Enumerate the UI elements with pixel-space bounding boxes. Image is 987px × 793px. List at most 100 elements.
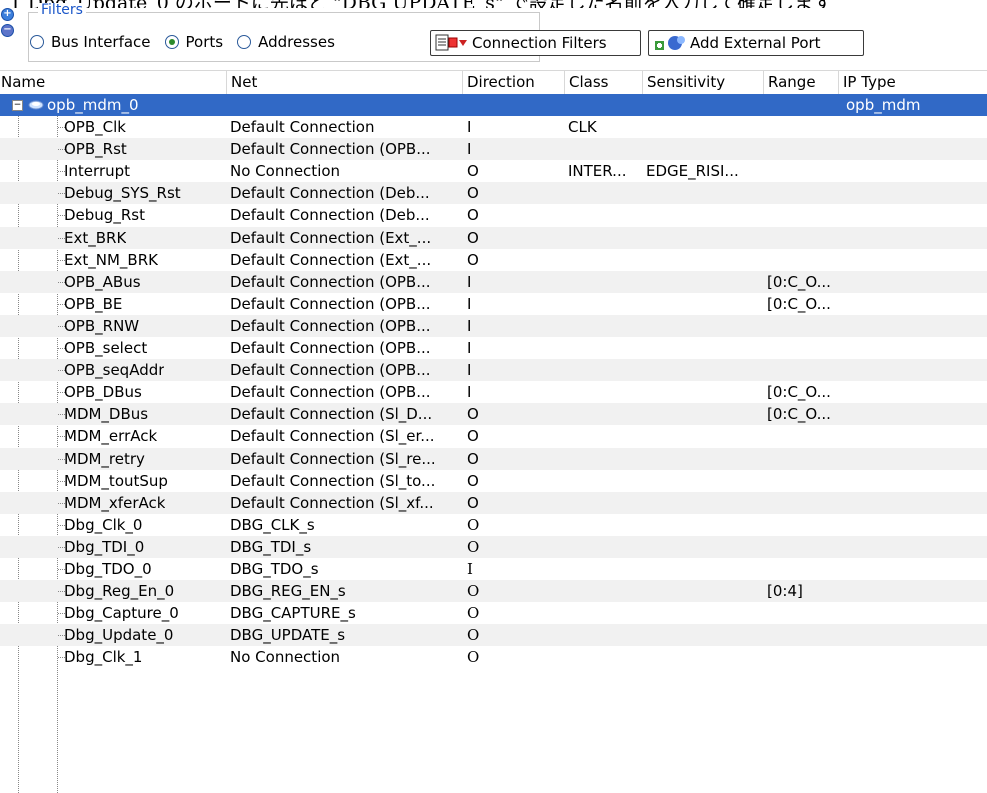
table-row[interactable]: OPB_DBus Default Connection (OPB... I [0:C_… (0, 381, 987, 403)
port-direction: O (467, 604, 480, 623)
table-row[interactable]: Ext_BRK Default Connection (Ext_... O (0, 226, 987, 249)
radio-addresses[interactable]: Addresses (237, 33, 335, 51)
connection-filters-button[interactable]: Connection Filters (430, 30, 641, 56)
port-direction: O (467, 206, 479, 225)
port-net[interactable]: DBG_UPDATE_s (230, 624, 345, 646)
table-row[interactable]: Dbg_TDI_0 DBG_TDI_s O (0, 535, 987, 558)
port-net[interactable]: Default Connection (OPB... (230, 138, 431, 160)
ports-table: − opb_mdm_0 opb_mdm OPB_Clk Default Conne… (0, 94, 987, 668)
collapse-all-icon[interactable]: − (1, 24, 14, 37)
port-direction: I (467, 383, 472, 402)
port-net[interactable]: Default Connection (OPB... (230, 315, 431, 337)
radio-label: Ports (185, 33, 224, 51)
port-net[interactable]: Default Connection (230, 116, 374, 138)
port-direction: O (467, 493, 479, 512)
port-net[interactable]: Default Connection (OPB... (230, 293, 431, 315)
table-row[interactable]: Dbg_Reg_En_0 DBG_REG_EN_s O [0:4] (0, 580, 987, 603)
port-net[interactable]: Default Connection (OPB... (230, 359, 431, 381)
table-row[interactable]: OPB_ABus Default Connection (OPB... I [0:C_… (0, 270, 987, 293)
column-header-direction[interactable]: Direction (462, 71, 564, 94)
root-ip-type: opb_mdm (846, 96, 921, 114)
radio-label: Bus Interface (51, 33, 151, 51)
port-direction: I (467, 339, 472, 358)
port-direction: O (467, 228, 479, 247)
table-row[interactable]: OPB_RNW Default Connection (OPB... I (0, 314, 987, 338)
port-net[interactable]: No Connection (230, 160, 340, 182)
add-external-port-label: Add External Port (690, 34, 821, 52)
collapse-node-icon[interactable]: − (12, 100, 23, 111)
port-class: CLK (568, 118, 597, 137)
column-header-net[interactable]: Net (226, 71, 462, 94)
table-row[interactable]: OPB_Rst Default Connection (OPB... I (0, 138, 987, 161)
port-direction: O (467, 515, 480, 534)
port-net[interactable]: Default Connection (Sl_to... (230, 470, 435, 492)
port-direction: I (467, 272, 472, 291)
table-row[interactable]: OPB_Clk Default Connection I CLK (0, 116, 987, 138)
table-row[interactable]: MDM_DBus Default Connection (Sl_D... O [0:C… (0, 403, 987, 426)
port-name: MDM_toutSup (64, 471, 168, 490)
radio-circle-selected-icon[interactable] (164, 35, 179, 49)
port-net[interactable]: Default Connection (Deb... (230, 182, 430, 204)
port-direction: O (467, 537, 480, 556)
port-name: MDM_retry (64, 449, 145, 468)
port-net[interactable]: Default Connection (OPB... (230, 381, 431, 403)
radio-circle-icon[interactable] (237, 35, 252, 49)
port-net[interactable]: DBG_TDI_s (230, 536, 311, 558)
port-net[interactable]: DBG_CLK_s (230, 514, 315, 536)
table-row[interactable]: Interrupt No Connection O INTER... EDGE_RISI… (0, 160, 987, 182)
table-row[interactable]: MDM_retry Default Connection (Sl_re... O (0, 447, 987, 470)
column-header-class[interactable]: Class (564, 71, 642, 94)
port-range: [0:4] (767, 582, 803, 601)
expand-all-icon[interactable]: + (1, 8, 14, 21)
view-radio-group: Bus Interface Ports Addresses (30, 33, 349, 51)
table-row[interactable]: Dbg_Clk_0 DBG_CLK_s O (0, 514, 987, 536)
table-row[interactable]: Dbg_Update_0 DBG_UPDATE_s O (0, 624, 987, 647)
port-name: Debug_SYS_Rst (64, 184, 181, 203)
table-row[interactable]: Debug_SYS_Rst Default Connection (Deb... O (0, 182, 987, 205)
table-row[interactable]: OPB_seqAddr Default Connection (OPB... I (0, 359, 987, 382)
table-row[interactable]: Dbg_TDO_0 DBG_TDO_s I (0, 558, 987, 580)
table-row[interactable]: MDM_errAck Default Connection (Sl_er... O (0, 425, 987, 447)
table-row[interactable]: Dbg_Capture_0 DBG_CAPTURE_s O (0, 602, 987, 624)
table-row[interactable]: MDM_toutSup Default Connection (Sl_to... O (0, 470, 987, 492)
column-header-sensitivity[interactable]: Sensitivity (642, 71, 763, 94)
port-net[interactable]: Default Connection (Sl_D... (230, 403, 432, 425)
port-direction: I (467, 294, 472, 313)
column-header-ip-type[interactable]: IP Type (838, 71, 987, 94)
port-direction: O (467, 582, 480, 601)
port-range: [0:C_O... (767, 272, 831, 291)
port-name: MDM_errAck (64, 427, 158, 446)
column-header-range[interactable]: Range (763, 71, 838, 94)
table-row[interactable]: Dbg_Clk_1 No Connection O (0, 646, 987, 668)
add-external-port-button[interactable]: Add External Port (648, 30, 864, 56)
table-row-root[interactable]: − opb_mdm_0 opb_mdm (0, 94, 987, 117)
table-row[interactable]: OPB_select Default Connection (OPB... I (0, 337, 987, 359)
port-range: [0:C_O... (767, 405, 831, 424)
table-row[interactable]: Debug_Rst Default Connection (Deb... O (0, 204, 987, 226)
port-net[interactable]: Default Connection (Ext_... (230, 227, 431, 249)
port-net[interactable]: Default Connection (OPB... (230, 271, 431, 293)
port-net[interactable]: DBG_CAPTURE_s (230, 602, 356, 624)
table-row[interactable]: OPB_BE Default Connection (OPB... I [0:C_O.… (0, 293, 987, 315)
radio-bus-interface[interactable]: Bus Interface (30, 33, 151, 51)
port-net[interactable]: DBG_REG_EN_s (230, 580, 346, 602)
port-name: OPB_Rst (64, 140, 127, 159)
port-net[interactable]: Default Connection (Sl_re... (230, 448, 436, 470)
port-name: Dbg_TDO_0 (64, 559, 152, 578)
port-direction: O (467, 250, 479, 269)
port-net[interactable]: DBG_TDO_s (230, 558, 319, 580)
port-net[interactable]: Default Connection (OPB... (230, 337, 431, 359)
port-net[interactable]: Default Connection (Sl_xf... (230, 492, 434, 514)
port-direction: I (467, 559, 473, 578)
column-header-name[interactable]: Name (0, 71, 226, 94)
table-row[interactable]: Ext_NM_BRK Default Connection (Ext_... O (0, 249, 987, 271)
table-row[interactable]: MDM_xferAck Default Connection (Sl_xf... O (0, 491, 987, 514)
connection-filters-label: Connection Filters (472, 34, 607, 52)
radio-ports[interactable]: Ports (164, 33, 224, 51)
port-direction: I (467, 316, 472, 335)
port-net[interactable]: Default Connection (Deb... (230, 204, 430, 226)
port-net[interactable]: No Connection (230, 646, 340, 668)
port-net[interactable]: Default Connection (Ext_... (230, 249, 431, 271)
radio-circle-icon[interactable] (30, 35, 44, 49)
port-net[interactable]: Default Connection (Sl_er... (230, 425, 435, 447)
